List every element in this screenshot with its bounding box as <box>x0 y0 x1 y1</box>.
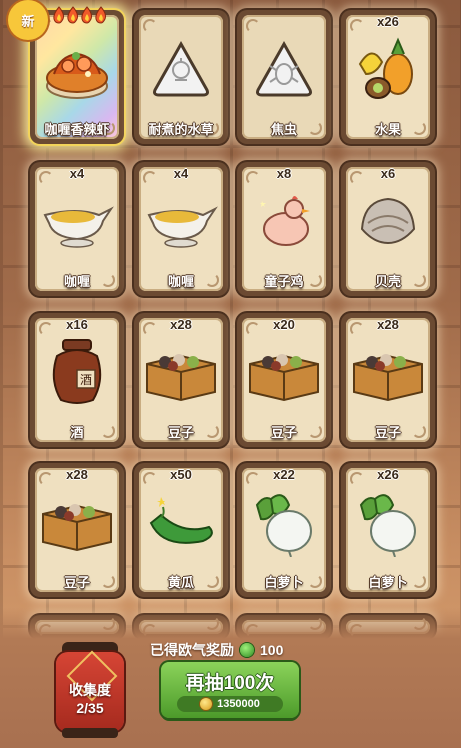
card-count: x22 <box>273 467 295 482</box>
jar-base <box>62 728 118 738</box>
radish-icon <box>341 481 435 563</box>
collection-card[interactable]: x22 白萝卜 <box>237 463 331 597</box>
gem-icon <box>240 643 254 657</box>
fruit-icon <box>341 28 435 110</box>
collection-progress: 2/35 <box>76 700 104 716</box>
card-count: x28 <box>377 317 399 332</box>
card-count: x4 <box>173 166 189 181</box>
card-label: 白萝卜 <box>368 575 408 590</box>
collection-card[interactable]: x28 豆子 <box>134 313 228 447</box>
card-label: 水果 <box>374 122 401 137</box>
draw-cost-amount: 1350000 <box>217 698 260 710</box>
collection-card[interactable]: x26 水果 <box>341 10 435 144</box>
draw-again-button[interactable]: 再抽100次 1350000 <box>161 662 299 718</box>
unknown-seaweed-icon <box>134 28 228 110</box>
coin-icon <box>200 698 213 710</box>
curry-sauce-icon <box>30 180 124 262</box>
card-label: 豆子 <box>270 425 297 440</box>
card-count: x26 <box>377 467 399 482</box>
new-badge: 新 <box>8 0 48 40</box>
collection-card[interactable]: 咖喱香辣虾 新 <box>8 0 124 144</box>
collection-card[interactable]: x16 酒酒 <box>30 313 124 447</box>
card-label: 酒 <box>70 425 84 440</box>
collection-card[interactable]: x50 黄瓜 <box>134 463 228 597</box>
collection-card[interactable]: x4 咖喱 <box>134 162 228 296</box>
card-count: x4 <box>69 166 85 181</box>
collection-title: 收集度 <box>69 682 111 698</box>
beans-box-icon <box>134 331 228 413</box>
card-count: x8 <box>276 166 292 181</box>
card-count: x20 <box>273 317 295 332</box>
collection-card[interactable]: x26 白萝卜 <box>341 463 435 597</box>
card-count: x26 <box>377 14 399 29</box>
card-label: 白萝卜 <box>264 575 304 590</box>
unknown-bug-icon <box>237 28 331 110</box>
reward-amount: 100 <box>260 642 284 658</box>
card-count: x6 <box>380 166 396 181</box>
flame-icon <box>94 6 108 24</box>
card-label: 黄瓜 <box>167 575 194 590</box>
card-label: 童子鸡 <box>264 274 304 289</box>
card-count: x28 <box>66 467 88 482</box>
curry-shrimp-icon <box>30 28 124 110</box>
beans-box-icon <box>30 481 124 563</box>
cucumber-icon <box>134 481 228 563</box>
card-label: 耐煮的水草 <box>148 122 214 137</box>
svg-text:酒: 酒 <box>80 373 92 387</box>
card-label: 焦虫 <box>270 122 297 137</box>
reward-row: 已得欧气奖励 100 <box>150 640 283 660</box>
card-count: x28 <box>170 317 192 332</box>
card-count: x16 <box>66 317 88 332</box>
collection-jar[interactable]: 收集度 2/35 <box>52 640 128 740</box>
draw-cost: 1350000 <box>177 696 283 712</box>
card-label: 贝壳 <box>374 274 401 289</box>
flame-icon <box>66 6 80 24</box>
collection-card[interactable]: x28 豆子 <box>341 313 435 447</box>
flame-icon <box>80 6 94 24</box>
collection-card[interactable]: x28 豆子 <box>30 463 124 597</box>
wine-jar-icon: 酒 <box>30 331 124 413</box>
card-label: 咖喱 <box>167 274 194 289</box>
collection-card[interactable]: x6 贝壳 <box>341 162 435 296</box>
draw-button-label: 再抽100次 <box>185 673 275 694</box>
chicken-icon <box>237 180 331 262</box>
spicy-rating <box>52 6 108 24</box>
collection-card[interactable]: x8 童子鸡 <box>237 162 331 296</box>
flame-icon <box>52 6 66 24</box>
beans-box-icon <box>341 331 435 413</box>
radish-icon <box>237 481 331 563</box>
beans-box-icon <box>237 331 331 413</box>
shell-icon <box>341 180 435 262</box>
collection-card[interactable]: 耐煮的水草 <box>134 10 228 144</box>
reward-text: 已得欧气奖励 <box>150 642 234 658</box>
collection-card[interactable]: 焦虫 <box>237 10 331 144</box>
card-label: 豆子 <box>63 575 90 590</box>
card-count: x50 <box>170 467 192 482</box>
new-badge-text: 新 <box>21 13 35 29</box>
card-label: 豆子 <box>167 425 194 440</box>
card-label: 豆子 <box>374 425 401 440</box>
collection-card[interactable]: x20 豆子 <box>237 313 331 447</box>
card-label: 咖喱 <box>63 274 90 289</box>
collection-card[interactable]: x4 咖喱 <box>30 162 124 296</box>
curry-sauce-icon <box>134 180 228 262</box>
card-label: 咖喱香辣虾 <box>44 122 110 137</box>
